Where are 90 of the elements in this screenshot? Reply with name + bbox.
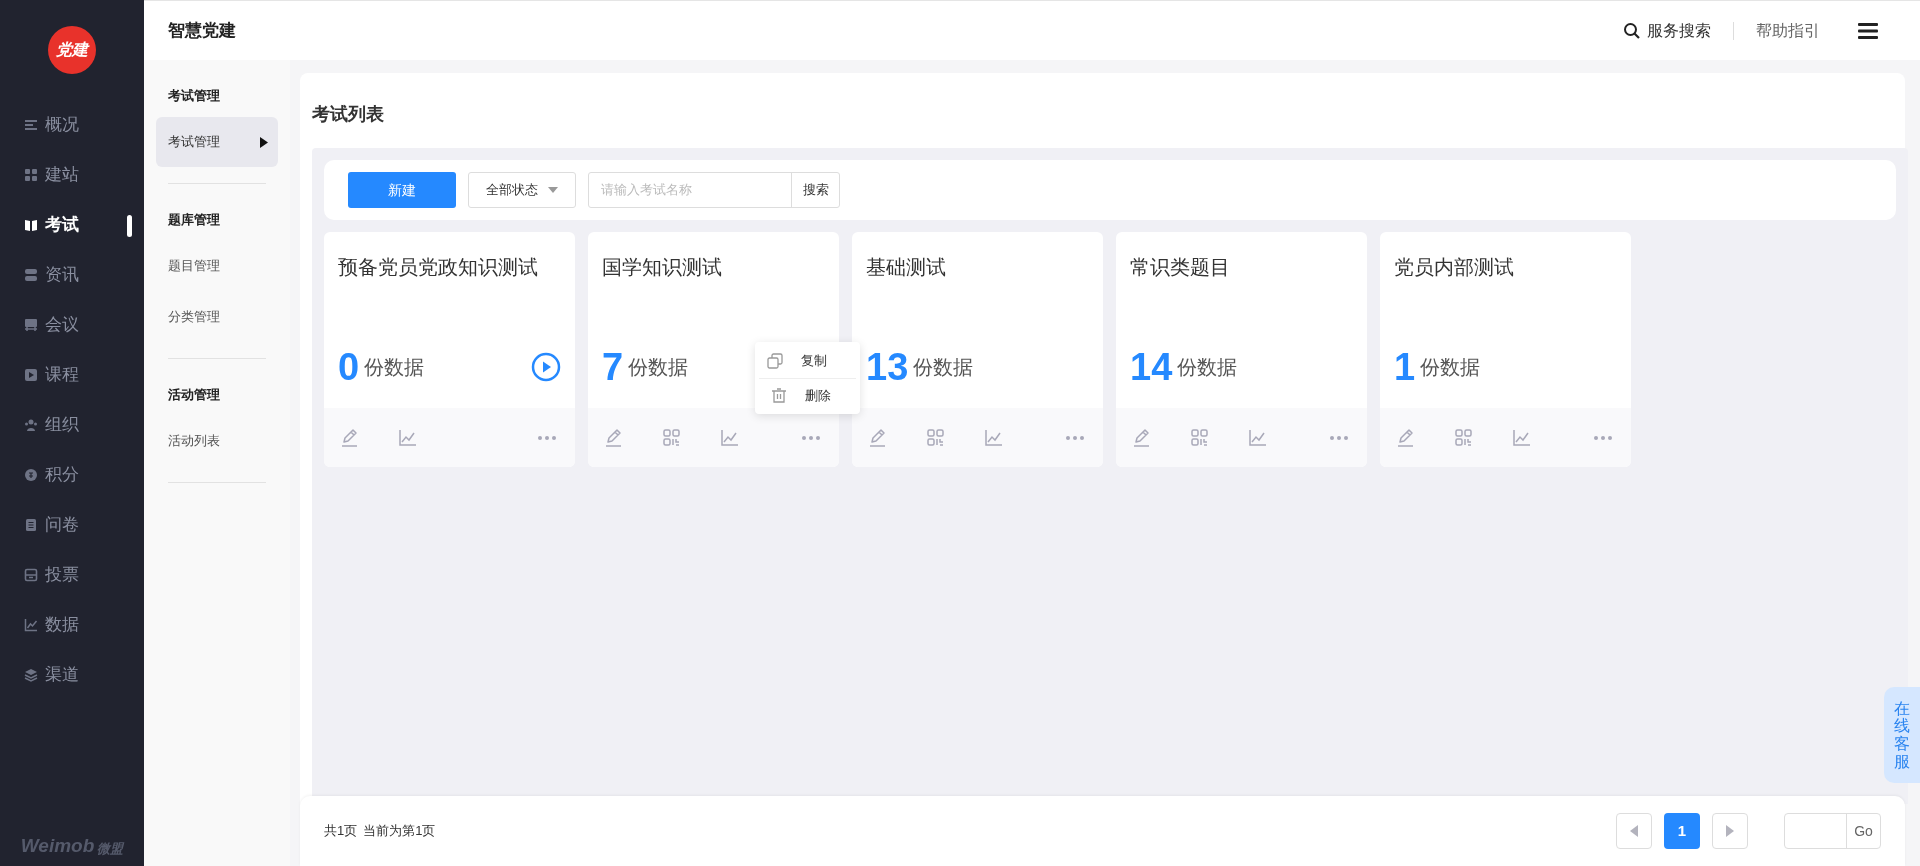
pencil-icon[interactable] xyxy=(1132,427,1152,448)
count-label: 份数据 xyxy=(628,355,689,380)
section-heading: 考试管理 xyxy=(167,87,221,106)
sub-nav-item[interactable]: 活动列表 xyxy=(156,416,278,466)
nav-item[interactable]: 课程 xyxy=(0,350,144,400)
book-icon xyxy=(24,218,38,232)
card-title: 国学知识测试 xyxy=(601,255,723,280)
search-field[interactable]: 请输入考试名称 搜索 xyxy=(588,172,840,208)
nav-item[interactable]: 概况 xyxy=(0,100,144,150)
active-indicator xyxy=(127,215,132,237)
chart-icon xyxy=(24,618,38,632)
app-title: 智慧党建 xyxy=(168,19,236,42)
caret-icon xyxy=(548,187,558,193)
online-service-tab[interactable]: 在线客服 xyxy=(1884,687,1920,783)
brand-logo: Weimob xyxy=(20,833,95,858)
search-button[interactable]: 搜索 xyxy=(791,173,839,207)
go-button[interactable]: Go xyxy=(1846,814,1880,848)
right-triangle-icon xyxy=(1726,825,1734,837)
nav-item[interactable]: 考试 xyxy=(0,200,144,250)
nav-item[interactable]: 建站 xyxy=(0,150,144,200)
copy-icon xyxy=(767,353,783,369)
page-current: 当前为第1页 xyxy=(363,822,436,841)
data-count: 1 xyxy=(1394,348,1416,386)
count-label: 份数据 xyxy=(1420,355,1481,380)
card-title: 预备党员党政知识测试 xyxy=(337,255,539,280)
board-icon xyxy=(24,318,38,332)
people-icon xyxy=(24,418,38,432)
nav-item[interactable]: 积分 xyxy=(0,450,144,500)
nav-item[interactable]: 投票 xyxy=(0,550,144,600)
sub-nav-item[interactable]: 分类管理 xyxy=(156,292,278,342)
nav-item[interactable]: 会议 xyxy=(0,300,144,350)
count-label: 份数据 xyxy=(913,355,974,380)
nav-item[interactable]: 数据 xyxy=(0,600,144,650)
data-count: 14 xyxy=(1130,348,1173,386)
card-title: 基础测试 xyxy=(865,255,947,280)
line-chart-icon[interactable] xyxy=(1512,427,1532,448)
page-button[interactable]: 1 xyxy=(1664,813,1700,849)
play-icon xyxy=(24,368,38,382)
qr-code-icon[interactable] xyxy=(662,427,682,448)
qr-code-icon[interactable] xyxy=(926,427,946,448)
nav-item[interactable]: 问卷 xyxy=(0,500,144,550)
data-count: 0 xyxy=(338,348,360,386)
card-title: 党员内部测试 xyxy=(1393,255,1515,280)
nav-item[interactable]: 组织 xyxy=(0,400,144,450)
logo: 党建 xyxy=(48,26,96,74)
card-title: 常识类题目 xyxy=(1129,255,1231,280)
nav-item[interactable]: 渠道 xyxy=(0,650,144,700)
previous-page-button[interactable] xyxy=(1616,813,1652,849)
layers-icon xyxy=(24,668,38,682)
nav-item[interactable]: 资讯 xyxy=(0,250,144,300)
pencil-icon[interactable] xyxy=(868,427,888,448)
left-triangle-icon xyxy=(1630,825,1638,837)
sub-nav-item[interactable]: 考试管理 xyxy=(156,117,278,167)
right-triangle-icon xyxy=(260,136,268,148)
menu-item[interactable]: 删除 xyxy=(759,378,856,412)
sub-nav-item[interactable]: 题目管理 xyxy=(156,241,278,291)
search-icon xyxy=(1623,21,1641,40)
box-icon xyxy=(24,568,38,582)
count-label: 份数据 xyxy=(364,355,425,380)
section-heading: 活动管理 xyxy=(167,386,221,405)
line-chart-icon[interactable] xyxy=(984,427,1004,448)
pencil-icon[interactable] xyxy=(340,427,360,448)
page-total: 共1页 xyxy=(324,822,358,841)
data-count: 7 xyxy=(602,348,624,386)
qr-code-icon[interactable] xyxy=(1190,427,1210,448)
service-search-button[interactable]: 服务搜索 xyxy=(1623,18,1711,43)
line-chart-icon[interactable] xyxy=(720,427,740,448)
pencil-icon[interactable] xyxy=(1396,427,1416,448)
play-icon[interactable] xyxy=(531,352,561,382)
doc-icon xyxy=(24,518,38,532)
line-chart-icon[interactable] xyxy=(1248,427,1268,448)
trash-icon xyxy=(771,387,787,404)
grid-icon xyxy=(24,168,38,182)
status-dropdown[interactable]: 全部状态 xyxy=(468,172,576,208)
section-heading: 题库管理 xyxy=(167,211,221,230)
help-link[interactable]: 帮助指引 xyxy=(1756,18,1820,43)
pencil-icon[interactable] xyxy=(604,427,624,448)
brand-logo-sub: 微盟 xyxy=(97,839,124,858)
lines-icon xyxy=(24,118,38,132)
stack-icon xyxy=(24,268,38,282)
next-page-button[interactable] xyxy=(1712,813,1748,849)
count-label: 份数据 xyxy=(1177,355,1238,380)
qr-code-icon[interactable] xyxy=(1454,427,1474,448)
data-count: 13 xyxy=(866,348,909,386)
new-button[interactable]: 新建 xyxy=(348,172,456,208)
page-title: 考试列表 xyxy=(311,103,385,126)
line-chart-icon[interactable] xyxy=(398,427,418,448)
menu-icon[interactable] xyxy=(1858,21,1878,40)
coin-icon xyxy=(24,468,38,482)
page-number-field[interactable]: Go xyxy=(1784,813,1881,849)
